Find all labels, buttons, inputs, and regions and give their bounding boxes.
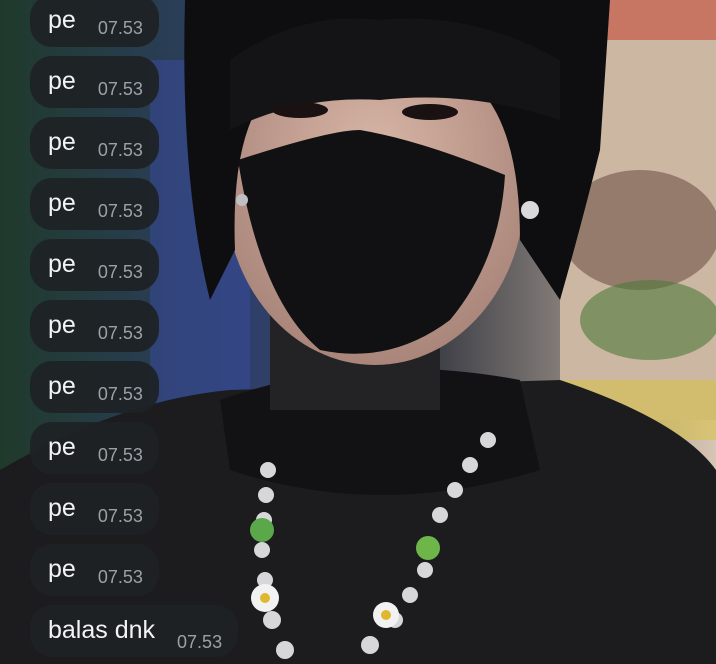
message-timestamp: 07.53 [97,262,143,282]
message-bubble[interactable]: pe 07.53 [30,544,159,596]
message-bubble[interactable]: pe 07.53 [30,239,159,291]
message-timestamp: 07.53 [97,18,143,38]
message-bubble[interactable]: balas dnk 07.53 [30,605,239,657]
message-text: pe [48,555,76,583]
message-text: pe [48,189,76,217]
message-bubble[interactable]: pe 07.53 [30,422,159,474]
message-list[interactable]: pe 07.53 pe 07.53 pe 07.53 pe 07.53 pe 0… [30,0,430,664]
message-bubble[interactable]: pe 07.53 [30,300,159,352]
message-timestamp: 07.53 [177,632,223,652]
message-text: pe [48,250,76,278]
message-timestamp: 07.53 [97,201,143,221]
message-timestamp: 07.53 [97,323,143,343]
message-text: pe [48,311,76,339]
message-bubble[interactable]: pe 07.53 [30,178,159,230]
message-timestamp: 07.53 [97,567,143,587]
message-text: pe [48,372,76,400]
message-text: pe [48,67,76,95]
message-timestamp: 07.53 [97,384,143,404]
message-text: pe [48,6,76,34]
message-bubble[interactable]: pe 07.53 [30,117,159,169]
message-bubble[interactable]: pe 07.53 [30,0,159,47]
message-text: pe [48,128,76,156]
message-timestamp: 07.53 [97,506,143,526]
message-text: pe [48,433,76,461]
message-bubble[interactable]: pe 07.53 [30,483,159,535]
message-text: pe [48,494,76,522]
message-timestamp: 07.53 [97,79,143,99]
message-bubble[interactable]: pe 07.53 [30,361,159,413]
message-timestamp: 07.53 [97,140,143,160]
message-timestamp: 07.53 [97,445,143,465]
message-bubble[interactable]: pe 07.53 [30,56,159,108]
message-text: balas dnk [48,616,156,644]
